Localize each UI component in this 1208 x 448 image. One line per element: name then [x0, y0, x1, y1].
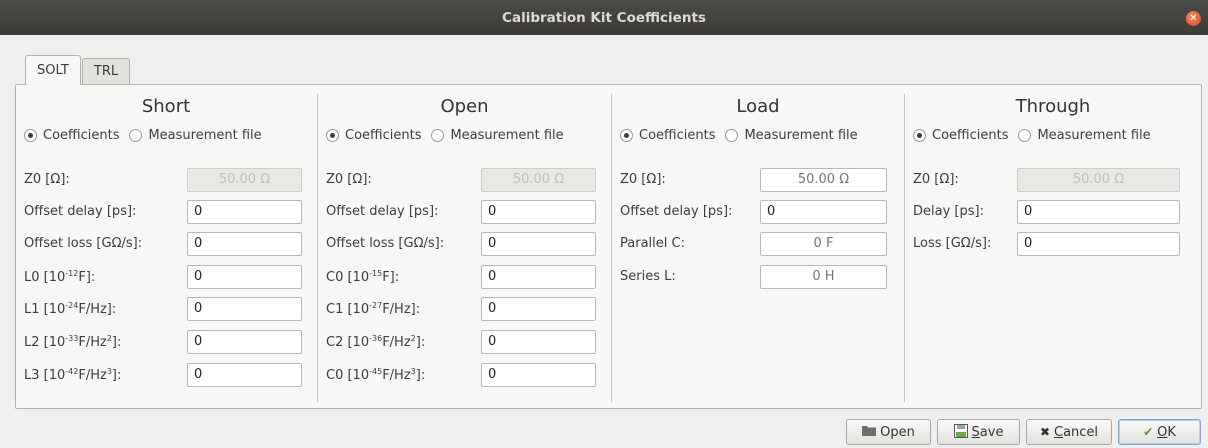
short-l2-label: L2 [10-33F/Hz2]: [24, 334, 122, 350]
load-title: Load [736, 96, 780, 117]
short-l1-field[interactable]: 0 [187, 297, 302, 321]
through-coefficients-label[interactable]: Coefficients [932, 128, 1008, 143]
through-section: Through Coefficients Measurement file Z0… [905, 85, 1201, 408]
window-title: Calibration Kit Coefficients [502, 9, 706, 26]
through-title: Through [1015, 96, 1091, 117]
short-offset-loss-field[interactable]: 0 [187, 232, 302, 256]
load-offset-delay-field[interactable]: 0 [760, 200, 887, 224]
open-offset-delay-field[interactable]: 0 [481, 200, 596, 224]
load-section: Load Coefficients Measurement file Z0 [Ω… [612, 85, 904, 408]
short-l2-field[interactable]: 0 [187, 330, 302, 354]
cancel-button-label: Cancel [1054, 424, 1099, 440]
save-button-label: Save [971, 424, 1004, 440]
load-measurement-file-label[interactable]: Measurement file [744, 128, 857, 143]
short-coefficients-radio[interactable] [24, 129, 37, 142]
short-z0-label: Z0 [Ω]: [24, 172, 70, 187]
tab-trl[interactable]: TRL [81, 58, 131, 84]
folder-icon [862, 425, 877, 439]
through-measurement-file-label[interactable]: Measurement file [1037, 128, 1150, 143]
open-coefficients-label[interactable]: Coefficients [345, 128, 421, 143]
through-z0-label: Z0 [Ω]: [913, 172, 959, 187]
cancel-button[interactable]: ✖ Cancel [1026, 419, 1112, 445]
open-measurement-file-radio[interactable] [431, 129, 445, 142]
save-button[interactable]: Save [937, 419, 1020, 445]
through-measurement-file-radio[interactable] [1018, 129, 1032, 142]
load-measurement-file-radio[interactable] [725, 129, 739, 142]
short-coefficients-label[interactable]: Coefficients [43, 128, 119, 143]
open-c0-label: C0 [10-15F]: [326, 269, 400, 285]
short-l1-label: L1 [10-24F/Hz]: [24, 301, 117, 317]
load-series-l-label: Series L: [620, 269, 676, 284]
load-offset-delay-label: Offset delay [ps]: [620, 204, 733, 219]
load-z0-field[interactable]: 50.00 Ω [760, 168, 887, 192]
through-z0-field: 50.00 Ω [1017, 168, 1180, 192]
short-l3-field[interactable]: 0 [187, 363, 302, 387]
short-title: Short [141, 96, 191, 117]
open-offset-delay-label: Offset delay [ps]: [326, 204, 439, 219]
short-l0-label: L0 [10-12F]: [24, 269, 96, 285]
short-offset-loss-label: Offset loss [GΩ/s]: [24, 236, 143, 251]
open-c3-label: C0 [10-45F/Hz3]: [326, 367, 426, 383]
load-parallel-c-label: Parallel C: [620, 236, 685, 251]
load-coefficients-radio[interactable] [620, 129, 633, 142]
load-parallel-c-field[interactable]: 0 F [760, 232, 887, 256]
open-coefficients-radio[interactable] [326, 129, 339, 142]
through-loss-field[interactable]: 0 [1017, 232, 1180, 256]
open-c1-field[interactable]: 0 [481, 297, 596, 321]
tab-bar: SOLT TRL [25, 55, 131, 85]
load-coefficients-label[interactable]: Coefficients [639, 128, 715, 143]
short-measurement-file-label[interactable]: Measurement file [148, 128, 261, 143]
through-source-radio-group: Coefficients Measurement file [913, 128, 1161, 143]
open-offset-loss-field[interactable]: 0 [481, 232, 596, 256]
through-delay-label: Delay [ps]: [913, 204, 984, 219]
short-l3-label: L3 [10-42F/Hz3]: [24, 367, 122, 383]
cancel-icon: ✖ [1039, 425, 1050, 439]
load-z0-label: Z0 [Ω]: [620, 172, 666, 187]
load-source-radio-group: Coefficients Measurement file [620, 128, 868, 143]
open-section: Open Coefficients Measurement file Z0 [Ω… [318, 85, 611, 408]
through-coefficients-radio[interactable] [913, 129, 926, 142]
open-button-label: Open [880, 424, 915, 440]
solt-panel: Short Coefficients Measurement file Z0 [… [15, 84, 1202, 409]
open-c2-field[interactable]: 0 [481, 330, 596, 354]
short-measurement-file-radio[interactable] [129, 129, 143, 142]
open-measurement-file-label[interactable]: Measurement file [450, 128, 563, 143]
checkmark-icon: ✔ [1143, 425, 1154, 439]
short-z0-field: 50.00 Ω [187, 168, 302, 192]
open-z0-field: 50.00 Ω [481, 168, 596, 192]
save-icon [953, 423, 968, 441]
through-loss-label: Loss [GΩ/s]: [913, 236, 992, 251]
title-bar: Calibration Kit Coefficients ✕ [0, 0, 1208, 35]
open-offset-loss-label: Offset loss [GΩ/s]: [326, 236, 445, 251]
through-delay-field[interactable]: 0 [1017, 200, 1180, 224]
short-source-radio-group: Coefficients Measurement file [24, 128, 272, 143]
close-icon[interactable]: ✕ [1186, 11, 1201, 26]
short-offset-delay-label: Offset delay [ps]: [24, 204, 137, 219]
open-z0-label: Z0 [Ω]: [326, 172, 372, 187]
tab-solt[interactable]: SOLT [25, 55, 81, 85]
ok-button-label: OK [1157, 424, 1176, 440]
short-offset-delay-field[interactable]: 0 [187, 200, 302, 224]
open-c3-field[interactable]: 0 [481, 363, 596, 387]
open-title: Open [440, 96, 489, 117]
open-button[interactable]: Open [846, 419, 931, 445]
open-source-radio-group: Coefficients Measurement file [326, 128, 574, 143]
short-l0-field[interactable]: 0 [187, 265, 302, 289]
short-section: Short Coefficients Measurement file Z0 [… [16, 85, 316, 408]
open-c2-label: C2 [10-36F/Hz2]: [326, 334, 426, 350]
open-c1-label: C1 [10-27F/Hz]: [326, 301, 421, 317]
ok-button[interactable]: ✔ OK [1118, 419, 1201, 445]
load-series-l-field[interactable]: 0 H [760, 265, 887, 289]
open-c0-field[interactable]: 0 [481, 265, 596, 289]
